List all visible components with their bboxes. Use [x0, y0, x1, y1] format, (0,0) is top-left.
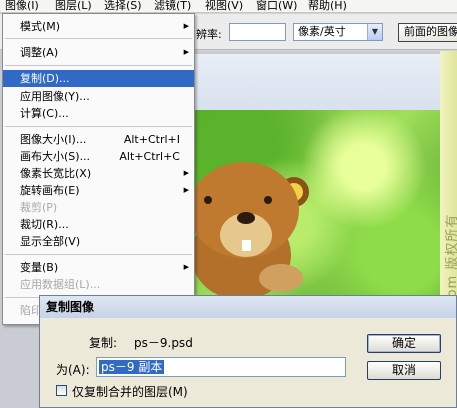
menu-select[interactable]: 选择(S): [101, 0, 145, 13]
duplicate-name-input[interactable]: ps－9 副本: [96, 357, 346, 377]
dialog-title: 复制图像: [40, 296, 456, 318]
resolution-unit-value: 像素/英寸: [298, 25, 346, 38]
resolution-label: 辨率:: [196, 28, 222, 41]
triangle-right-icon: ▶: [183, 169, 189, 177]
triangle-right-icon: ▶: [183, 48, 189, 56]
image-menu-dropdown: 模式(M) ▶ 调整(A) ▶ 复制(D)... 应用图像(Y)... 计算(C).…: [2, 13, 195, 325]
menu-item-adjust[interactable]: 调整(A) ▶: [3, 44, 194, 61]
duplicate-name-value: ps－9 副本: [99, 360, 165, 374]
menu-separator: [5, 254, 192, 255]
menu-bar: 图像(I) 图层(L) 选择(S) 滤镜(T) 视图(V) 窗口(W) 帮助(H…: [0, 0, 457, 13]
triangle-right-icon: ▶: [183, 263, 189, 271]
cancel-button[interactable]: 取消: [367, 361, 441, 380]
menu-filter[interactable]: 滤镜(T): [151, 0, 194, 13]
menu-window[interactable]: 窗口(W): [253, 0, 300, 13]
duplicate-image-dialog: 复制图像 复制: ps－9.psd 为(A): ps－9 副本 确定 取消 仅复…: [39, 295, 457, 408]
menu-layer[interactable]: 图层(L): [52, 0, 95, 13]
chevron-down-icon[interactable]: ▼: [367, 24, 382, 40]
menu-item-crop: 裁剪(P): [20, 201, 58, 214]
menu-item-calculations[interactable]: 计算(C)...: [3, 105, 194, 122]
menu-item-duplicate[interactable]: 复制(D)...: [3, 70, 194, 87]
menu-item-canvas-size[interactable]: 画布大小(S)... Alt+Ctrl+C: [3, 148, 194, 165]
ok-button[interactable]: 确定: [367, 334, 441, 353]
merged-layers-label[interactable]: 仅复制合并的图层(M): [72, 383, 188, 400]
as-label: 为(A):: [56, 363, 90, 377]
menu-separator: [5, 126, 192, 127]
bear-eye-right: [264, 196, 272, 204]
menu-separator: [5, 38, 192, 39]
shortcut-label: Alt+Ctrl+C: [119, 150, 180, 163]
front-image-button[interactable]: 前面的图像: [398, 23, 457, 42]
bear-eye-left: [204, 196, 212, 204]
menu-view[interactable]: 视图(V): [202, 0, 246, 13]
resolution-unit-select[interactable]: 像素/英寸 ▼: [293, 23, 383, 41]
menu-image[interactable]: 图像(I): [2, 0, 42, 13]
menu-item-variables[interactable]: 变量(B) ▶: [3, 259, 194, 276]
menu-help[interactable]: 帮助(H): [305, 0, 350, 13]
bear-nose: [237, 212, 255, 224]
menu-item-trim[interactable]: 裁切(R)...: [3, 216, 194, 233]
bear-tooth: [242, 240, 251, 251]
bear-paw: [259, 264, 303, 292]
merged-layers-checkbox[interactable]: [56, 385, 67, 396]
menu-item-reveal-all[interactable]: 显示全部(V): [3, 233, 194, 250]
menu-item-rotate-canvas[interactable]: 旋转画布(E) ▶: [3, 182, 194, 199]
menu-item-pixel-aspect[interactable]: 像素长宽比(X) ▶: [3, 165, 194, 182]
source-filename: ps－9.psd: [134, 336, 193, 350]
resolution-input[interactable]: [229, 23, 286, 41]
menu-separator: [5, 65, 192, 66]
shortcut-label: Alt+Ctrl+I: [123, 133, 180, 146]
menu-item-image-size[interactable]: 图像大小(I)... Alt+Ctrl+I: [3, 131, 194, 148]
source-label: 复制:: [89, 336, 118, 350]
menu-item-apply-data-set: 应用数据组(L)...: [20, 278, 101, 291]
triangle-right-icon: ▶: [183, 22, 189, 30]
bear-illustration: [189, 162, 309, 300]
triangle-right-icon: ▶: [183, 186, 189, 194]
document-header-area: [186, 54, 440, 110]
menu-item-mode[interactable]: 模式(M) ▶: [3, 18, 194, 35]
menu-item-apply-image[interactable]: 应用图像(Y)...: [3, 88, 194, 105]
